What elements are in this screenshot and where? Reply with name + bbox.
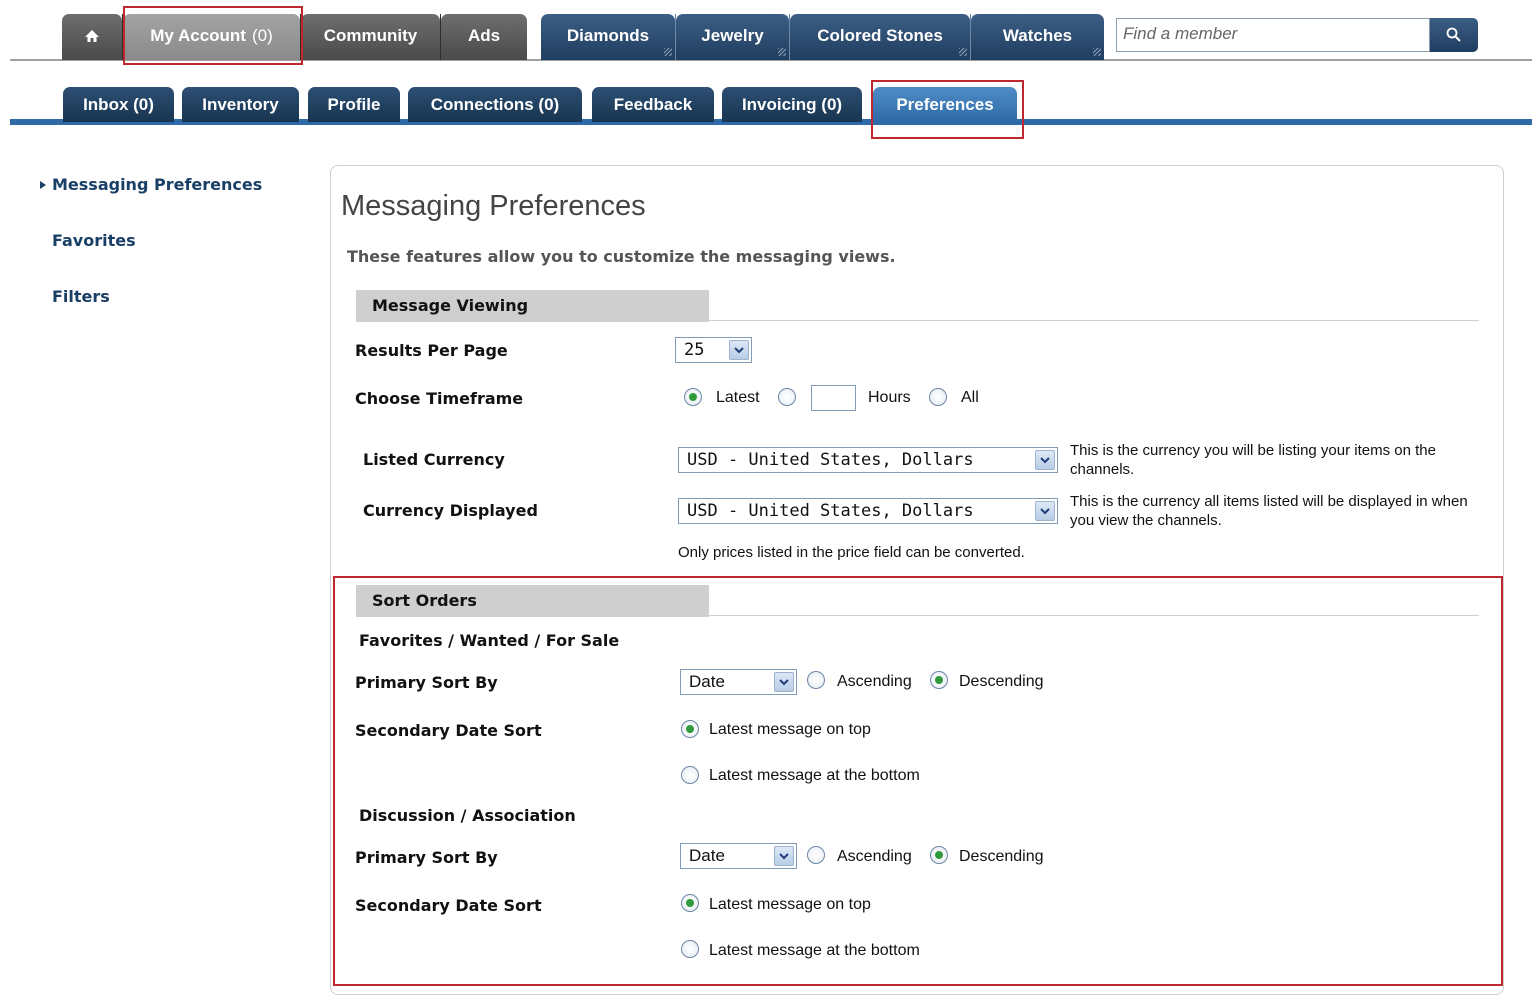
listed-currency-select[interactable]: USD - United States, Dollars [678,447,1058,473]
descending-label: Descending [959,848,1044,865]
tab-connections-label: Connections (0) [430,94,560,114]
member-search-placeholder: Find a member [1123,24,1238,43]
descending-radio[interactable] [930,846,948,864]
section-heading-sort-orders: Sort Orders [356,585,709,617]
chevron-down-icon [1035,501,1055,521]
sort-group-title: Discussion / Association [359,806,576,825]
section-heading-message-viewing: Message Viewing [356,290,709,322]
listed-currency-value: USD - United States, Dollars [687,450,974,470]
listed-currency-note: This is the currency you will be listing… [1070,442,1436,478]
ascending-radio[interactable] [807,846,825,864]
primary-sort-value: Date [689,672,725,691]
tab-diamonds-label: Diamonds [566,26,650,45]
listed-currency-label: Listed Currency [363,450,505,469]
primary-sort-select[interactable]: Date [680,843,797,869]
tab-feedback[interactable]: Feedback [592,87,714,122]
member-search-input[interactable]: Find a member [1116,18,1430,52]
ascending-label: Ascending [837,673,912,690]
tab-ads[interactable]: Ads [441,14,527,60]
displayed-currency-value: USD - United States, Dollars [687,501,974,521]
latest-on-top-radio[interactable] [681,720,699,738]
tab-watches-label: Watches [1002,26,1073,45]
latest-at-bottom-label: Latest message at the bottom [709,767,920,784]
home-tab[interactable] [62,14,122,60]
results-per-page-label: Results Per Page [355,341,508,360]
page-title: Messaging Preferences [341,190,646,222]
timeframe-hours-label: Hours [868,389,911,406]
chevron-down-icon [774,846,794,866]
home-icon [85,30,99,42]
tab-profile-label: Profile [327,94,381,114]
page-intro: These features allow you to customize th… [347,247,896,266]
tab-jewelry-label: Jewelry [701,26,764,45]
chevron-down-icon [1035,450,1055,470]
active-arrow-icon [40,181,46,189]
latest-at-bottom-radio[interactable] [681,940,699,958]
tab-profile[interactable]: Profile [308,87,400,122]
descending-radio[interactable] [930,671,948,689]
search-button[interactable] [1430,18,1478,52]
primary-sort-label: Primary Sort By [355,848,498,867]
secondary-sort-label: Secondary Date Sort [355,896,542,915]
latest-on-top-radio[interactable] [681,894,699,912]
timeframe-hours-radio[interactable] [778,388,796,406]
tab-jewelry[interactable]: Jewelry [676,14,789,60]
latest-at-bottom-label: Latest message at the bottom [709,942,920,959]
search-icon [1446,27,1461,42]
primary-sort-value: Date [689,846,725,865]
chevron-down-icon [774,672,794,692]
latest-on-top-label: Latest message on top [709,896,871,913]
tab-inbox[interactable]: Inbox (0) [63,87,174,122]
displayed-currency-select[interactable]: USD - United States, Dollars [678,498,1058,524]
descending-label: Descending [959,673,1044,690]
tab-ads-label: Ads [467,26,501,45]
tab-connections[interactable]: Connections (0) [408,87,582,122]
tab-diamonds[interactable]: Diamonds [541,14,675,60]
ascending-label: Ascending [837,848,912,865]
tab-inventory-label: Inventory [202,94,279,114]
sort-group-title: Favorites / Wanted / For Sale [359,631,620,650]
timeframe-hours-input[interactable] [811,385,856,411]
timeframe-all-label: All [961,389,979,406]
timeframe-all-radio[interactable] [929,388,947,406]
tab-inbox-label: Inbox (0) [83,94,154,114]
sidebar-item-favorites[interactable]: Favorites [52,231,136,250]
highlight-my-account [123,6,303,65]
timeframe-latest-label: Latest [716,389,760,406]
resize-grip-icon [664,48,672,56]
conversion-note: Only prices listed in the price field ca… [678,544,1025,561]
highlight-preferences [871,80,1024,139]
ascending-radio[interactable] [807,671,825,689]
tab-inventory[interactable]: Inventory [182,87,299,122]
resize-grip-icon [778,48,786,56]
tab-community-label: Community [323,26,418,45]
sidebar-item-filters[interactable]: Filters [52,287,110,306]
tab-colored-stones[interactable]: Colored Stones [790,14,970,60]
chevron-down-icon [729,340,749,360]
latest-at-bottom-radio[interactable] [681,766,699,784]
tab-watches[interactable]: Watches [971,14,1104,60]
primary-sort-label: Primary Sort By [355,673,498,692]
displayed-currency-note: This is the currency all items listed wi… [1070,493,1468,529]
tab-community[interactable]: Community [301,14,440,60]
displayed-currency-label: Currency Displayed [363,501,538,520]
tab-colored-stones-label: Colored Stones [817,26,943,45]
results-per-page-select[interactable]: 25 [675,337,752,363]
resize-grip-icon [959,48,967,56]
timeframe-label: Choose Timeframe [355,389,524,408]
section-rule [709,615,1479,616]
section-rule [709,320,1479,321]
timeframe-latest-radio[interactable] [684,388,702,406]
primary-sort-select[interactable]: Date [680,669,797,695]
secondary-sort-label: Secondary Date Sort [355,721,542,740]
tab-feedback-label: Feedback [613,94,693,114]
tab-invoicing-label: Invoicing (0) [741,94,843,114]
latest-on-top-label: Latest message on top [709,721,871,738]
tab-invoicing[interactable]: Invoicing (0) [722,87,862,122]
sidebar-item-messaging-preferences[interactable]: Messaging Preferences [52,175,262,194]
results-per-page-value: 25 [684,340,705,360]
resize-grip-icon [1093,48,1101,56]
